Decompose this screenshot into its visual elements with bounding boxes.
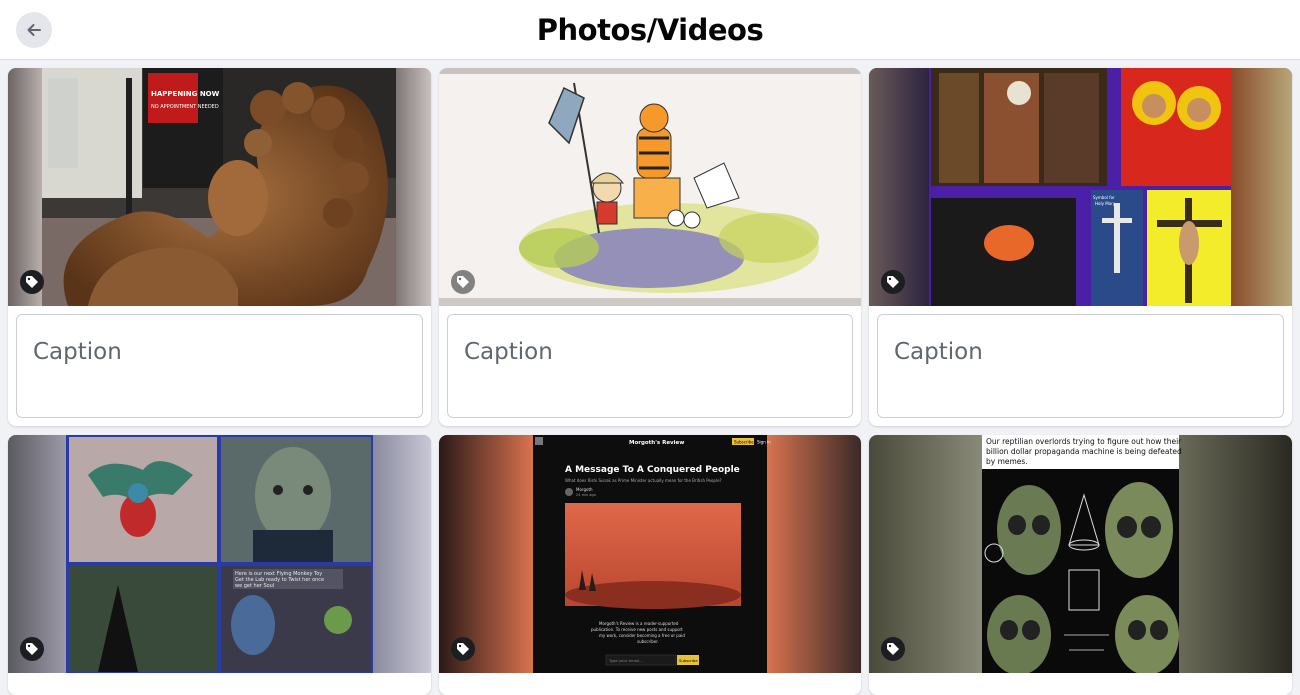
sign-in-label: Sign in — [757, 440, 771, 445]
caption-input[interactable]: Caption — [877, 314, 1284, 418]
caption-input[interactable]: Caption — [447, 314, 853, 418]
tag-button[interactable] — [20, 637, 44, 661]
caption-input[interactable]: Caption — [16, 314, 423, 418]
media-card: Caption — [439, 68, 861, 426]
tag-button[interactable] — [20, 270, 44, 294]
tag-button[interactable] — [451, 637, 475, 661]
tag-button[interactable] — [881, 637, 905, 661]
blurb: Morgoth's Review is a reader-supported — [599, 621, 679, 626]
tag-button[interactable] — [881, 270, 905, 294]
author-name: Morgoth — [576, 487, 593, 492]
photo-thumbnail[interactable] — [439, 68, 861, 306]
subscribe-button-label: Subscribe — [679, 658, 698, 663]
photo-thumbnail[interactable]: Our reptilian overlords trying to figure… — [869, 435, 1292, 673]
post-date: 24 min ago — [576, 493, 596, 497]
photo-thumbnail[interactable]: Symbol for Holy Mary — [869, 68, 1292, 306]
tag-icon — [457, 643, 469, 655]
site-name: Morgoth's Review — [629, 440, 684, 446]
blurb: publication. To receive new posts and su… — [591, 627, 683, 632]
photo-thumbnail[interactable]: Morgoth's Review Subscribe Sign in A Mes… — [439, 435, 861, 673]
tag-icon — [457, 276, 469, 288]
tag-icon — [26, 276, 38, 288]
article-headline: A Message To A Conquered People — [565, 465, 740, 475]
media-card: HAPPENING NOW NO APPOINTMENT NEEDED Capt… — [8, 68, 431, 426]
article-subhead: What does Rishi Sunak as Prime Minister … — [565, 478, 722, 483]
media-card: Symbol for Holy Mary Caption — [869, 68, 1292, 426]
tag-icon — [26, 643, 38, 655]
subscribe-label: Subscribe — [734, 440, 754, 445]
meme-caption: we get her Soul — [235, 583, 274, 589]
cross-caption: Symbol for — [1093, 195, 1115, 200]
tag-icon — [887, 276, 899, 288]
photo-thumbnail[interactable]: Here is our next Flying Monkey Toy Get t… — [8, 435, 431, 673]
caption-placeholder: Caption — [464, 339, 553, 365]
storefront-text: HAPPENING NOW — [151, 90, 220, 98]
caption-placeholder: Caption — [33, 339, 122, 365]
media-card: Here is our next Flying Monkey Toy Get t… — [8, 435, 431, 695]
page-title: Photos/Videos — [536, 13, 764, 47]
storefront-text: NO APPOINTMENT NEEDED — [151, 104, 219, 110]
meme-caption: by memes. — [986, 457, 1028, 466]
blurb: my work, consider becoming a free or pai… — [599, 633, 685, 638]
photo-thumbnail[interactable]: HAPPENING NOW NO APPOINTMENT NEEDED — [8, 68, 431, 306]
email-placeholder: Type your email... — [608, 658, 643, 663]
tag-button[interactable] — [451, 270, 475, 294]
meme-caption: billion dollar propaganda machine is bei… — [986, 447, 1182, 456]
blurb: subscriber. — [637, 639, 659, 644]
cross-caption: Holy Mary — [1095, 201, 1116, 206]
caption-placeholder: Caption — [894, 339, 983, 365]
meme-caption: Our reptilian overlords trying to figure… — [986, 437, 1182, 446]
tag-icon — [887, 643, 899, 655]
media-card: Our reptilian overlords trying to figure… — [869, 435, 1292, 695]
media-card: Morgoth's Review Subscribe Sign in A Mes… — [439, 435, 861, 695]
dialog-header: Photos/Videos — [0, 0, 1300, 60]
